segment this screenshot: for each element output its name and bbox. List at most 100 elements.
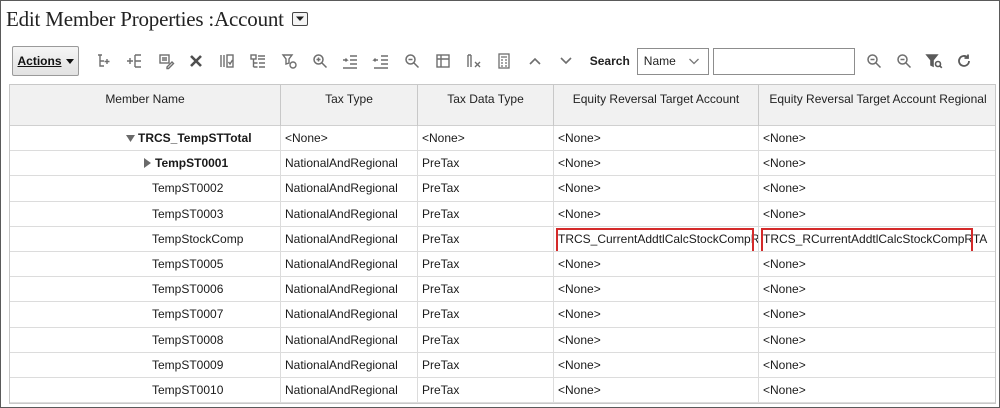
equity-reversal-target-cell[interactable]: TRCS_CurrentAddtlCalcStockCompRTA xyxy=(554,226,759,251)
tax-type-cell[interactable]: NationalAndRegional xyxy=(281,201,418,226)
tax-type-cell[interactable]: <None> xyxy=(281,126,418,151)
member-name-cell[interactable]: TempST0006 xyxy=(10,277,281,302)
equity-reversal-target-cell[interactable]: <None> xyxy=(554,201,759,226)
clear-filter-icon[interactable] xyxy=(461,48,487,74)
filter-list-icon[interactable] xyxy=(276,48,302,74)
zoom-out-icon[interactable] xyxy=(399,48,425,74)
equity-reversal-target-cell[interactable]: <None> xyxy=(554,302,759,327)
zoom-in-icon[interactable] xyxy=(307,48,333,74)
tax-type-cell[interactable]: NationalAndRegional xyxy=(281,327,418,352)
equity-reversal-target-regional-cell[interactable]: TRCS_RCurrentAddtlCalcStockCompRTA xyxy=(759,227,995,251)
table-row[interactable]: TempST0002 NationalAndRegional PreTax <None… xyxy=(10,176,995,202)
freeze-icon[interactable] xyxy=(430,48,456,74)
table-row[interactable]: TempST0003 NationalAndRegional PreTax <None… xyxy=(10,201,995,227)
tax-data-type-cell[interactable]: PreTax xyxy=(418,352,554,377)
tax-data-type-cell[interactable]: PreTax xyxy=(418,201,554,226)
edit-member-icon[interactable] xyxy=(153,48,179,74)
search-prev-icon[interactable] xyxy=(891,48,917,74)
member-name-cell[interactable]: TempST0010 xyxy=(10,377,281,403)
equity-reversal-target-cell[interactable]: <None> xyxy=(554,176,759,201)
expand-all-icon[interactable] xyxy=(245,48,271,74)
equity-reversal-target-regional-cell[interactable]: <None> xyxy=(759,378,995,402)
table-row[interactable]: TempST0005 NationalAndRegional PreTax <None… xyxy=(10,251,995,278)
tax-data-type-cell[interactable]: PreTax xyxy=(418,226,554,251)
member-name-cell[interactable]: TempST0007 xyxy=(10,302,281,327)
tax-data-type-cell[interactable]: PreTax xyxy=(418,176,554,201)
delete-icon[interactable] xyxy=(183,48,209,74)
column-header[interactable]: Equity Reversal Target Account xyxy=(554,85,759,126)
tax-data-type-cell[interactable]: PreTax xyxy=(418,327,554,352)
member-name-cell[interactable]: TempST0003 xyxy=(10,201,281,226)
add-child-icon[interactable] xyxy=(91,48,117,74)
equity-reversal-target-regional-cell-value: <None> xyxy=(763,131,806,146)
tax-type-cell[interactable]: NationalAndRegional xyxy=(281,302,418,327)
calculator-icon[interactable] xyxy=(491,48,517,74)
equity-reversal-target-cell[interactable]: <None> xyxy=(554,151,759,176)
tree-expand-icon[interactable] xyxy=(142,158,152,169)
outdent-icon[interactable] xyxy=(368,48,394,74)
equity-reversal-target-cell[interactable]: <None> xyxy=(554,327,759,352)
equity-reversal-target-cell[interactable]: <None> xyxy=(554,251,759,277)
tax-type-cell[interactable]: NationalAndRegional xyxy=(281,352,418,377)
tax-data-type-cell[interactable]: PreTax xyxy=(418,302,554,327)
search-input[interactable] xyxy=(712,47,855,75)
member-name-cell[interactable]: TRCS_TempSTTotal xyxy=(10,126,281,151)
equity-reversal-target-regional-cell[interactable]: <None> xyxy=(759,353,995,377)
tree-collapse-icon[interactable] xyxy=(125,133,135,143)
table-row[interactable]: TempST0007 NationalAndRegional PreTax <None… xyxy=(10,302,995,328)
column-header[interactable]: Member Name xyxy=(10,85,281,126)
equity-reversal-target-regional-cell[interactable]: <None> xyxy=(759,277,995,301)
chevron-down-icon[interactable] xyxy=(553,48,579,74)
member-name-cell[interactable]: TempST0009 xyxy=(10,352,281,377)
tax-type-cell[interactable]: NationalAndRegional xyxy=(281,277,418,302)
table-row[interactable]: TempST0001 NationalAndRegional PreTax <None… xyxy=(10,151,995,177)
indent-icon[interactable] xyxy=(337,48,363,74)
member-name-cell[interactable]: TempST0002 xyxy=(10,176,281,201)
search-next-icon[interactable] xyxy=(861,48,887,74)
equity-reversal-target-regional-cell[interactable]: <None> xyxy=(759,328,995,352)
title-menu-button[interactable] xyxy=(291,12,308,26)
equity-reversal-target-regional-cell[interactable]: <None> xyxy=(759,202,995,226)
refresh-icon[interactable] xyxy=(951,48,977,74)
tax-data-type-cell[interactable]: PreTax xyxy=(418,251,554,277)
tax-type-cell[interactable]: NationalAndRegional xyxy=(281,151,418,176)
table-row[interactable]: TempST0006 NationalAndRegional PreTax <None… xyxy=(10,277,995,303)
member-name-cell[interactable]: TempST0005 xyxy=(10,251,281,277)
equity-reversal-target-regional-cell[interactable]: <None> xyxy=(759,151,995,175)
tax-data-type-cell[interactable]: PreTax xyxy=(418,377,554,403)
table-row[interactable]: TempST0008 NationalAndRegional PreTax <None… xyxy=(10,327,995,353)
columns-icon[interactable] xyxy=(214,48,240,74)
equity-reversal-target-cell[interactable]: <None> xyxy=(554,377,759,403)
tax-type-cell[interactable]: NationalAndRegional xyxy=(281,226,418,251)
column-header[interactable]: Tax Data Type xyxy=(418,85,554,126)
equity-reversal-target-cell[interactable]: <None> xyxy=(554,277,759,302)
table-row[interactable]: TempStockComp NationalAndRegional PreTax TR… xyxy=(10,226,995,252)
actions-menu-button[interactable]: Actions xyxy=(12,46,79,76)
table-row[interactable]: TempST0010 NationalAndRegional PreTax <None… xyxy=(10,377,995,403)
tax-data-type-cell[interactable]: <None> xyxy=(418,126,554,151)
equity-reversal-target-regional-cell[interactable]: <None> xyxy=(759,176,995,200)
equity-reversal-target-regional-cell[interactable]: <None> xyxy=(759,126,995,150)
member-name-cell[interactable]: TempST0008 xyxy=(10,327,281,352)
tax-type-cell[interactable]: NationalAndRegional xyxy=(281,377,418,403)
table-row[interactable]: TRCS_TempSTTotal <None> <None> <None> <None> xyxy=(10,126,995,152)
tax-type-cell[interactable]: NationalAndRegional xyxy=(281,251,418,277)
search-by-select[interactable]: Name xyxy=(636,47,709,75)
column-header[interactable]: Equity Reversal Target Account Regional xyxy=(759,85,995,126)
tax-data-type-cell[interactable]: PreTax xyxy=(418,151,554,176)
chevron-up-icon[interactable] xyxy=(522,48,548,74)
equity-reversal-target-cell[interactable]: <None> xyxy=(554,352,759,377)
equity-reversal-target-regional-cell[interactable]: <None> xyxy=(759,252,995,276)
tax-data-type-cell-value: PreTax xyxy=(422,382,460,397)
member-name-cell[interactable]: TempST0001 xyxy=(10,151,281,176)
table-row[interactable]: TempST0009 NationalAndRegional PreTax <None… xyxy=(10,352,995,378)
tax-type-cell[interactable]: NationalAndRegional xyxy=(281,176,418,201)
tax-type-cell-value: NationalAndRegional xyxy=(285,257,398,272)
filter-search-icon[interactable] xyxy=(921,48,947,74)
tax-data-type-cell[interactable]: PreTax xyxy=(418,277,554,302)
add-sibling-icon[interactable] xyxy=(122,48,148,74)
equity-reversal-target-regional-cell[interactable]: <None> xyxy=(759,302,995,326)
column-header[interactable]: Tax Type xyxy=(281,85,418,126)
equity-reversal-target-cell[interactable]: <None> xyxy=(554,126,759,151)
member-name-cell[interactable]: TempStockComp xyxy=(10,226,281,251)
